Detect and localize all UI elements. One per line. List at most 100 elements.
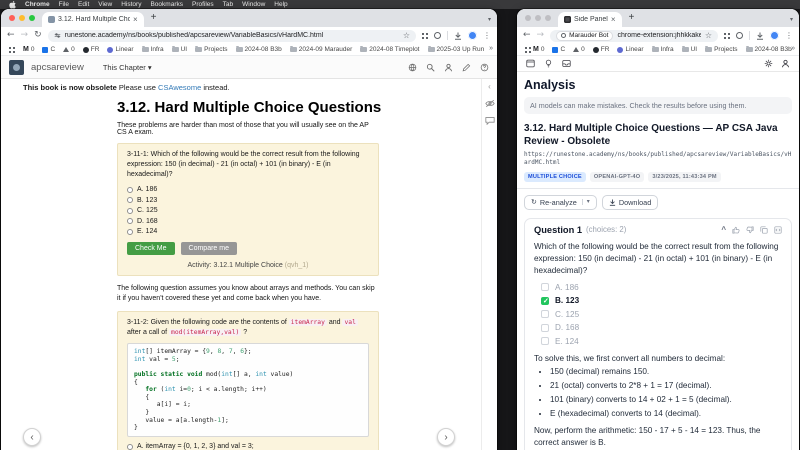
compare-me-button[interactable]: Compare me [181, 242, 237, 255]
bookmark-item[interactable]: M0 [533, 46, 544, 53]
menu-window[interactable]: Window [242, 1, 265, 8]
radio-button[interactable] [127, 229, 133, 235]
csawesome-link[interactable]: CSAwesome [158, 83, 201, 92]
inbox-icon[interactable] [562, 59, 571, 68]
menu-tab[interactable]: Tab [223, 1, 233, 8]
downloads-icon[interactable] [454, 32, 462, 40]
checkbox[interactable] [541, 283, 549, 291]
globe-icon[interactable] [408, 63, 417, 72]
checkbox-checked[interactable] [541, 297, 549, 305]
radio-button[interactable] [127, 197, 133, 203]
bookmark-item[interactable]: Linear [107, 46, 133, 53]
back-icon[interactable]: ← [523, 31, 531, 40]
tab-search-icon[interactable]: ▾ [790, 16, 793, 23]
zoom-window-button[interactable] [29, 15, 35, 21]
back-icon[interactable]: ← [7, 31, 15, 40]
reanalyze-dropdown-icon[interactable]: ▾ [582, 199, 590, 205]
choice-row[interactable]: A. 186 [541, 283, 782, 292]
bookmark-item[interactable]: C [42, 46, 55, 53]
collapse-rail-icon[interactable]: ‹ [488, 82, 491, 91]
profile-avatar[interactable] [468, 31, 477, 40]
lightbulb-icon[interactable] [544, 59, 553, 68]
chapter-dropdown[interactable]: This Chapter ▾ [103, 63, 152, 72]
radio-button[interactable] [127, 187, 133, 193]
answer-option[interactable]: D. 168 [127, 216, 369, 227]
bookmarks-overflow-icon[interactable]: » [791, 45, 795, 52]
collapse-card-icon[interactable]: ^ [721, 226, 726, 234]
site-info-icon[interactable] [54, 32, 61, 39]
apps-grid-icon[interactable] [9, 47, 15, 53]
comment-icon[interactable] [485, 116, 495, 125]
menu-history[interactable]: History [121, 1, 141, 8]
menu-profiles[interactable]: Profiles [192, 1, 214, 8]
copy-code-icon[interactable] [774, 226, 782, 234]
browser-tab[interactable]: Side Panel × [558, 12, 622, 27]
copy-icon[interactable] [760, 226, 768, 234]
new-tab-button[interactable]: + [151, 13, 157, 23]
extensions-icon[interactable] [724, 33, 730, 39]
extension-badge-icon[interactable] [736, 32, 743, 39]
bookmark-folder[interactable]: 2024-08 B3b [236, 46, 282, 53]
apcsareview-logo[interactable] [9, 60, 24, 75]
extension-badge-icon[interactable] [434, 32, 441, 39]
previous-page-button[interactable]: ‹ [23, 428, 41, 446]
checkbox[interactable] [541, 337, 549, 345]
reanalyze-button[interactable]: ↻Re-analyze▾ [524, 195, 597, 210]
downloads-icon[interactable] [756, 32, 764, 40]
hide-scratchpad-icon[interactable] [485, 99, 495, 108]
bookmark-folder[interactable]: Projects [705, 46, 737, 53]
browser-menu-icon[interactable]: ⋮ [483, 31, 491, 40]
address-bar[interactable]: Marauder Bot chrome-extension:jhhkkakenp… [550, 30, 718, 42]
bookmark-item[interactable]: 0 [573, 46, 585, 53]
menu-edit[interactable]: Edit [78, 1, 89, 8]
menu-chrome[interactable]: Chrome [25, 1, 50, 8]
bookmark-folder[interactable]: 2025-03 Up Run [428, 46, 485, 53]
user-icon[interactable] [781, 59, 790, 68]
marauder-bot-chip[interactable]: Marauder Bot [556, 31, 613, 41]
radio-button[interactable] [127, 208, 133, 214]
thumbs-down-icon[interactable] [746, 226, 754, 234]
address-bar[interactable]: runestone.academy/ns/books/published/apc… [48, 30, 416, 42]
choice-row[interactable]: C. 125 [541, 310, 782, 319]
bookmark-folder[interactable]: Projects [195, 46, 227, 53]
radio-button[interactable] [127, 218, 133, 224]
tab-search-icon[interactable]: ▾ [488, 16, 491, 23]
bookmark-item[interactable]: FR [593, 46, 610, 53]
answer-option[interactable]: A. 186 [127, 184, 369, 195]
checkbox[interactable] [541, 324, 549, 332]
choice-row-selected[interactable]: B. 123 [541, 296, 782, 305]
close-window-button[interactable] [9, 15, 15, 21]
user-icon[interactable] [444, 63, 453, 72]
menu-bookmarks[interactable]: Bookmarks [150, 1, 183, 8]
search-icon[interactable] [426, 63, 435, 72]
answer-option[interactable]: C. 125 [127, 205, 369, 216]
edit-pencil-icon[interactable] [462, 63, 471, 72]
browser-window-icon[interactable] [526, 59, 535, 68]
answer-option[interactable]: A. itemArray = {0, 1, 2, 3} and val = 3; [127, 442, 369, 450]
next-page-button[interactable]: › [437, 428, 455, 446]
answer-option[interactable]: B. 123 [127, 195, 369, 206]
bookmark-star-icon[interactable]: ☆ [403, 31, 410, 40]
bookmark-folder[interactable]: 2024-08 Timeplot [360, 46, 419, 53]
bookmark-item[interactable]: C [552, 46, 565, 53]
answer-option[interactable]: E. 124 [127, 226, 369, 237]
tab-close-icon[interactable]: × [133, 16, 138, 24]
help-icon[interactable] [480, 63, 489, 72]
bookmark-folder[interactable]: UI [682, 46, 698, 53]
bookmark-item[interactable]: FR [83, 46, 100, 53]
profile-avatar[interactable] [770, 31, 779, 40]
new-tab-button[interactable]: + [629, 13, 635, 23]
bookmark-folder[interactable]: 2024-09 Marauder [290, 46, 352, 53]
bookmark-folder[interactable]: 2024-08 B3b [746, 46, 792, 53]
choice-row[interactable]: D. 168 [541, 323, 782, 332]
checkbox[interactable] [541, 310, 549, 318]
download-button[interactable]: Download [602, 195, 658, 210]
thumbs-up-icon[interactable] [732, 226, 740, 234]
choice-row[interactable]: E. 124 [541, 337, 782, 346]
zoom-window-button[interactable] [545, 15, 551, 21]
reload-icon[interactable]: ↻ [34, 31, 42, 40]
menu-view[interactable]: View [98, 1, 112, 8]
radio-button[interactable] [127, 444, 133, 450]
bookmark-folder[interactable]: Infra [142, 46, 164, 53]
close-window-button[interactable] [525, 15, 531, 21]
